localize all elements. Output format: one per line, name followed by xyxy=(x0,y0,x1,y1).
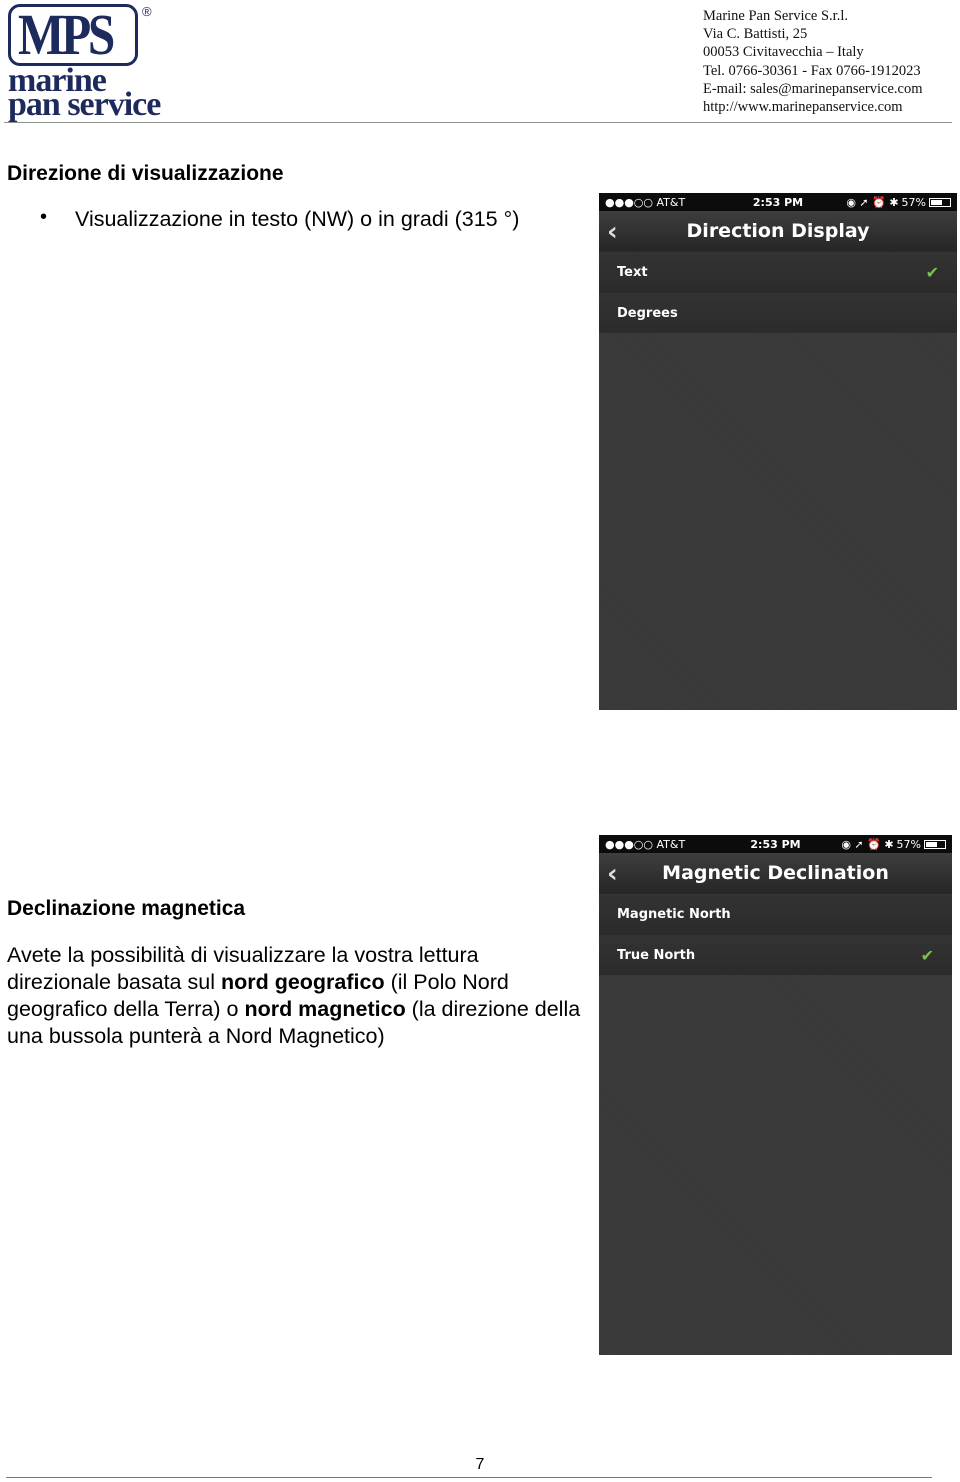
back-chevron-icon[interactable]: ‹ xyxy=(607,859,618,889)
bold-text: nord geografico xyxy=(220,970,385,994)
nav-bar: ‹ Magnetic Declination xyxy=(599,853,952,893)
status-bar: ●●●○○ AT&T 2:53 PM ◉ ➚ ⏰ ✱ 57% xyxy=(599,835,952,853)
option-magnetic-north[interactable]: Magnetic North xyxy=(599,893,952,934)
address-line: Marine Pan Service S.r.l. xyxy=(703,8,848,24)
document-page: MPS ® marine pan service Marine Pan Serv… xyxy=(0,0,960,1482)
registered-mark: ® xyxy=(142,4,152,19)
screen-title: Magnetic Declination xyxy=(662,862,889,884)
paragraph: Avete la possibilità di visualizzare la … xyxy=(7,942,587,1050)
address-line: E-mail: sales@marinepanservice.com xyxy=(703,80,923,97)
option-true-north[interactable]: True North ✔ xyxy=(599,934,952,975)
mps-logo: MPS ® marine pan service xyxy=(6,2,166,123)
nav-bar: ‹ Direction Display xyxy=(599,211,957,251)
option-degrees[interactable]: Degrees xyxy=(599,292,957,333)
bullet-icon: • xyxy=(40,206,48,228)
phone-screenshot-direction: ●●●○○ AT&T 2:53 PM ◉ ➚ ⏰ ✱ 57% ‹ Directio… xyxy=(599,193,957,710)
battery-icon xyxy=(929,197,951,207)
option-label: Degrees xyxy=(617,305,678,321)
option-label: True North xyxy=(617,947,696,963)
address-line: 00053 Civitavecchia – Italy xyxy=(703,44,864,61)
checkmark-icon: ✔ xyxy=(920,945,934,965)
option-text[interactable]: Text ✔ xyxy=(599,251,957,292)
status-bar: ●●●○○ AT&T 2:53 PM ◉ ➚ ⏰ ✱ 57% xyxy=(599,193,957,211)
footer-divider xyxy=(6,1477,932,1478)
header-divider xyxy=(4,122,952,123)
section-heading: Declinazione magnetica xyxy=(7,897,246,920)
time: 2:53 PM xyxy=(750,837,801,851)
option-label: Text xyxy=(617,264,648,280)
address-line: Via C. Battisti, 25 xyxy=(703,26,808,43)
bold-text: nord magnetico xyxy=(244,997,406,1021)
section-heading: Direzione di visualizzazione xyxy=(7,162,284,185)
logo-mps: MPS xyxy=(18,2,115,67)
option-label: Magnetic North xyxy=(617,906,731,922)
company-address: Marine Pan Service S.r.l. Via C. Battist… xyxy=(703,7,923,116)
logo-line2: pan service xyxy=(8,86,161,123)
screen-title: Direction Display xyxy=(686,220,870,242)
checkmark-icon: ✔ xyxy=(925,262,939,282)
phone-screenshot-declination: ●●●○○ AT&T 2:53 PM ◉ ➚ ⏰ ✱ 57% ‹ Magnetic… xyxy=(599,835,952,1355)
page-number: 7 xyxy=(475,1456,485,1473)
address-line: http://www.marinepanservice.com xyxy=(703,99,903,116)
back-chevron-icon[interactable]: ‹ xyxy=(607,217,618,247)
bullet-text: Visualizzazione in testo (NW) o in gradi… xyxy=(75,207,520,231)
battery-icon xyxy=(924,839,946,849)
time: 2:53 PM xyxy=(752,195,804,209)
address-line: Tel. 0766-30361 - Fax 0766-1912023 xyxy=(703,62,921,79)
